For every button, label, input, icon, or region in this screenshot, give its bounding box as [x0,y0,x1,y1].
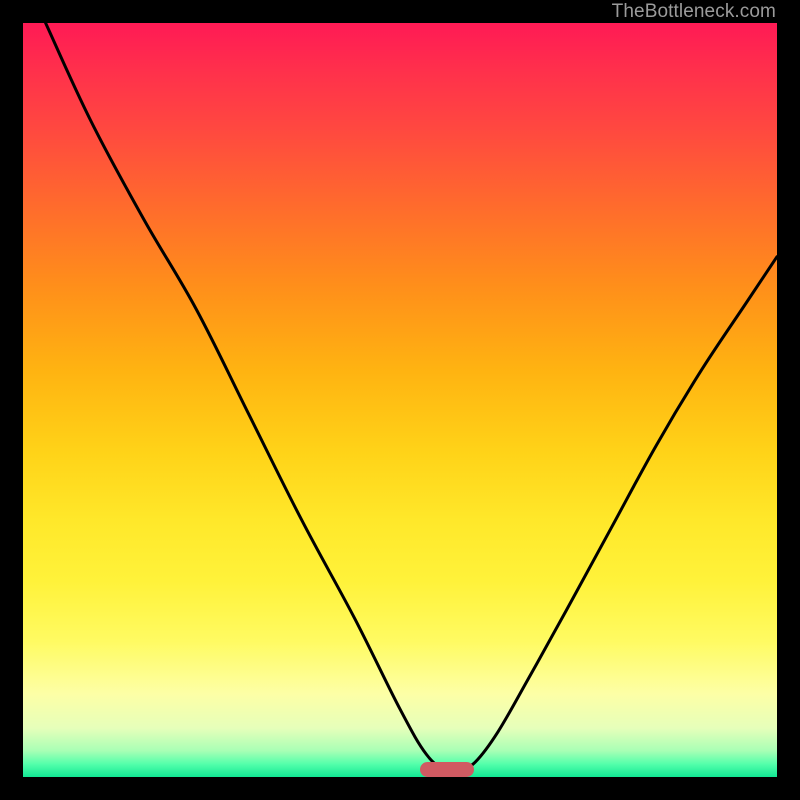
chart-frame: TheBottleneck.com [0,0,800,800]
plot-area [23,23,777,777]
bottleneck-curve-line [23,23,777,777]
minimum-marker-pill [420,762,474,777]
watermark-text: TheBottleneck.com [612,0,776,23]
